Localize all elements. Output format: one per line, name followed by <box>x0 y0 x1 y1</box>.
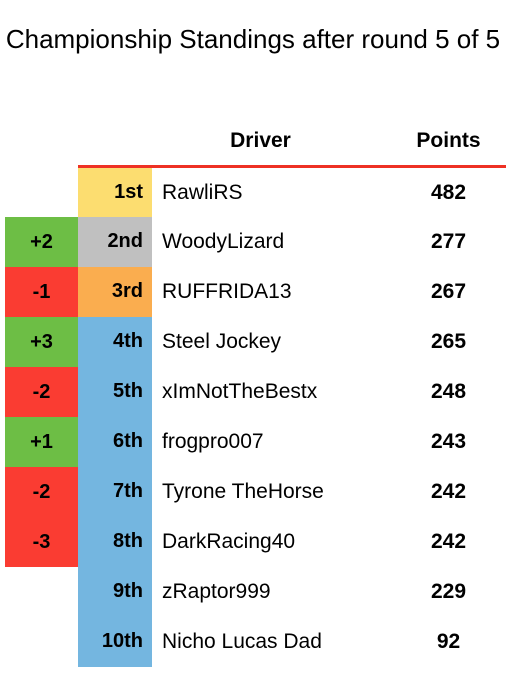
position-change-badge <box>5 616 78 667</box>
position-change-cell: -1 <box>0 266 78 317</box>
position-change-cell: +1 <box>0 416 78 467</box>
points-cell: 229 <box>430 579 467 603</box>
points-cell: 242 <box>430 479 467 503</box>
position-change-badge <box>5 566 78 617</box>
driver-name-cell: xImNotTheBestx <box>162 379 318 403</box>
table-row: -1 3rd RUFFRIDA13 267 <box>0 266 506 317</box>
points-cell: 248 <box>430 379 467 403</box>
table-row: 9th zRaptor999 229 <box>0 566 506 617</box>
column-header-points: Points <box>395 117 506 169</box>
points-cell: 482 <box>430 180 467 204</box>
table-row: -3 8th DarkRacing40 242 <box>0 516 506 567</box>
position-cell: 10th <box>78 616 152 667</box>
position-cell: 2nd <box>78 216 152 267</box>
points-cell: 243 <box>430 429 467 453</box>
position-change-cell: +3 <box>0 316 78 367</box>
position-cell: 4th <box>78 316 152 367</box>
table-body: 1st RawliRS 482 +2 2nd WoodyLizard 277 -1 3rd RUF… <box>0 166 506 667</box>
driver-name-cell: zRaptor999 <box>162 579 271 603</box>
position-change-cell <box>0 166 78 217</box>
position-cell: 6th <box>78 416 152 467</box>
column-header-position <box>78 117 152 169</box>
position-cell: 8th <box>78 516 152 567</box>
position-change-badge: -2 <box>5 466 78 517</box>
championship-standings-table: Driver Points 1st RawliRS 482 +2 2nd WoodyLiz… <box>0 117 506 667</box>
driver-name-cell: Steel Jockey <box>162 329 282 353</box>
position-cell: 9th <box>78 566 152 617</box>
table-header-row: Driver Points <box>0 117 506 169</box>
points-cell: 277 <box>430 229 467 253</box>
position-change-cell: -2 <box>0 466 78 517</box>
driver-name-cell: RUFFRIDA13 <box>162 279 292 303</box>
driver-name-cell: Tyrone TheHorse <box>162 479 324 503</box>
position-change-badge: -3 <box>5 516 78 567</box>
table-row: +3 4th Steel Jockey 265 <box>0 316 506 367</box>
column-header-driver: Driver <box>152 117 395 169</box>
table-row: 10th Nicho Lucas Dad 92 <box>0 616 506 667</box>
driver-name-cell: Nicho Lucas Dad <box>162 629 322 653</box>
position-cell: 7th <box>78 466 152 517</box>
position-change-badge: +2 <box>5 216 78 267</box>
table-row: +1 6th frogpro007 243 <box>0 416 506 467</box>
points-cell: 267 <box>430 279 467 303</box>
position-change-badge: +3 <box>5 316 78 367</box>
column-header-delta <box>0 117 78 167</box>
page-title: Championship Standings after round 5 of … <box>5 24 501 55</box>
position-change-badge: +1 <box>5 416 78 467</box>
position-cell: 3rd <box>78 266 152 317</box>
points-cell: 92 <box>436 629 461 653</box>
position-change-cell <box>0 566 78 617</box>
position-change-badge: -2 <box>5 366 78 417</box>
position-change-badge: -1 <box>5 266 78 317</box>
table-row: -2 5th xImNotTheBestx 248 <box>0 366 506 417</box>
points-cell: 242 <box>430 529 467 553</box>
position-change-cell: +2 <box>0 216 78 267</box>
table-row: +2 2nd WoodyLizard 277 <box>0 216 506 267</box>
position-change-cell: -3 <box>0 516 78 567</box>
table-row: -2 7th Tyrone TheHorse 242 <box>0 466 506 517</box>
driver-name-cell: RawliRS <box>162 180 243 204</box>
position-cell: 1st <box>78 166 152 217</box>
driver-name-cell: WoodyLizard <box>162 229 285 253</box>
driver-name-cell: frogpro007 <box>162 429 264 453</box>
position-change-cell: -2 <box>0 366 78 417</box>
points-cell: 265 <box>430 329 467 353</box>
position-change-badge <box>5 166 78 217</box>
table-header: Driver Points <box>0 117 506 169</box>
table-row: 1st RawliRS 482 <box>0 166 506 217</box>
driver-name-cell: DarkRacing40 <box>162 529 296 553</box>
position-cell: 5th <box>78 366 152 417</box>
position-change-cell <box>0 616 78 667</box>
